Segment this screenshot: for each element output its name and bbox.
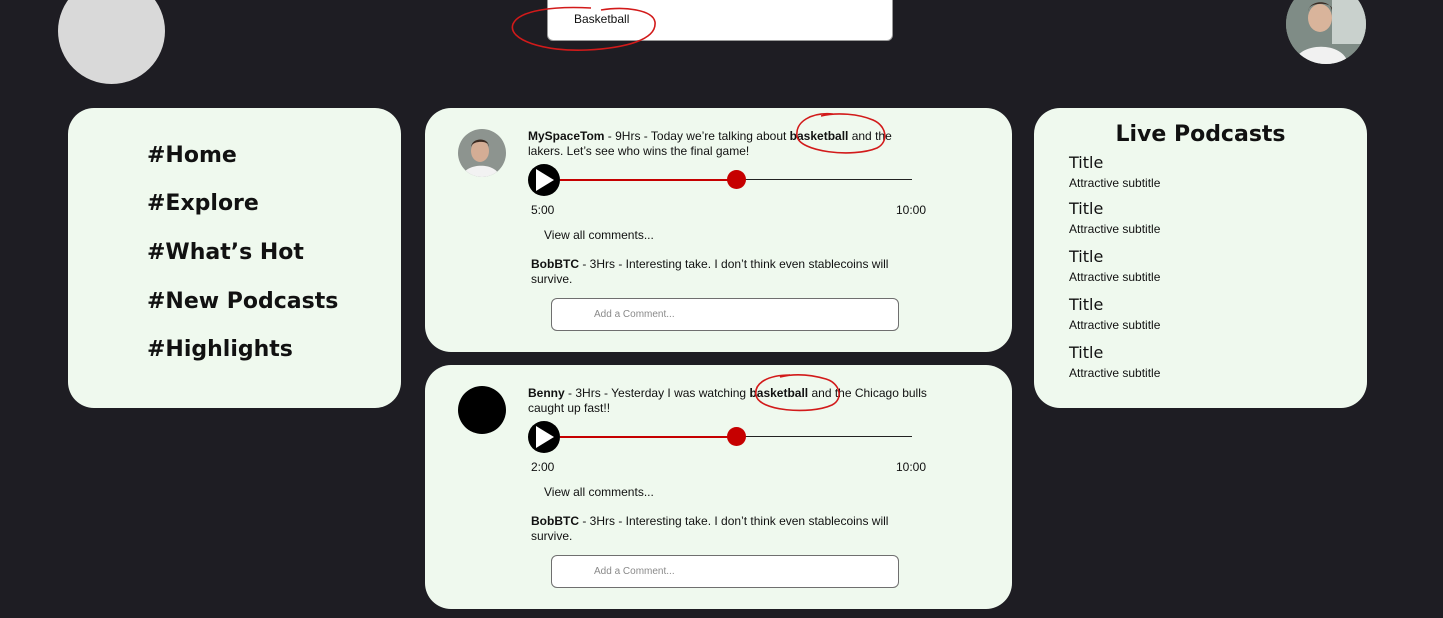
podcast-subtitle: Attractive subtitle	[1069, 366, 1161, 380]
search-box[interactable]	[547, 0, 893, 41]
nav-item-home[interactable]: #Home	[147, 143, 237, 168]
comment: BobBTC - 3Hrs - Interesting take. I don’…	[531, 257, 911, 287]
post-card: Benny - 3Hrs - Yesterday I was watching …	[425, 365, 1012, 609]
play-button[interactable]	[528, 421, 560, 453]
post-card: MySpaceTom - 9Hrs - Today we’re talking …	[425, 108, 1012, 352]
comment-author[interactable]: BobBTC	[531, 257, 579, 271]
nav-item-explore[interactable]: #Explore	[147, 191, 259, 216]
podcast-title[interactable]: Title	[1069, 153, 1103, 172]
progress-track[interactable]	[736, 436, 912, 437]
post-author[interactable]: MySpaceTom	[528, 129, 604, 143]
current-time: 5:00	[531, 203, 555, 217]
comment-text: - 3Hrs - Interesting take. I don’t think…	[531, 514, 889, 543]
author-photo-icon	[458, 129, 506, 177]
user-avatar[interactable]	[1286, 0, 1366, 64]
author-avatar[interactable]	[458, 386, 506, 434]
progress-fill	[560, 436, 736, 438]
view-all-comments-link[interactable]: View all comments...	[544, 228, 654, 242]
progress-fill	[560, 179, 736, 181]
podcast-subtitle: Attractive subtitle	[1069, 176, 1161, 190]
nav-item-new-podcasts[interactable]: #New Podcasts	[147, 289, 338, 314]
podcast-subtitle: Attractive subtitle	[1069, 318, 1161, 332]
comment-input[interactable]	[592, 308, 886, 321]
live-podcasts-heading: Live Podcasts	[1115, 122, 1286, 147]
podcast-title[interactable]: Title	[1069, 199, 1103, 218]
podcast-subtitle: Attractive subtitle	[1069, 270, 1161, 284]
podcast-title[interactable]: Title	[1069, 247, 1103, 266]
nav-card: #Home #Explore #What’s Hot #New Podcasts…	[68, 108, 401, 408]
comment: BobBTC - 3Hrs - Interesting take. I don’…	[531, 514, 911, 544]
post-meta: - 9Hrs - Today we’re talking about	[604, 129, 790, 143]
post-keyword: basketball	[789, 129, 849, 143]
post-meta: - 3Hrs - Yesterday I was watching	[564, 386, 750, 400]
nav-item-whats-hot[interactable]: #What’s Hot	[147, 240, 304, 265]
post-author[interactable]: Benny	[528, 386, 565, 400]
nav-item-highlights[interactable]: #Highlights	[147, 337, 293, 362]
comment-box[interactable]	[551, 298, 899, 331]
author-avatar[interactable]	[458, 129, 506, 177]
comment-text: - 3Hrs - Interesting take. I don’t think…	[531, 257, 889, 286]
user-photo-icon	[1286, 0, 1366, 64]
current-time: 2:00	[531, 460, 555, 474]
play-button[interactable]	[528, 164, 560, 196]
total-time: 10:00	[896, 460, 927, 474]
view-all-comments-link[interactable]: View all comments...	[544, 485, 654, 499]
live-podcasts-card: Live Podcasts Title Attractive subtitle …	[1034, 108, 1367, 408]
progress-track[interactable]	[736, 179, 912, 180]
post-keyword: basketball	[749, 386, 809, 400]
comment-input[interactable]	[592, 565, 886, 578]
progress-thumb[interactable]	[726, 170, 746, 189]
comment-author[interactable]: BobBTC	[531, 514, 579, 528]
post-text: Benny - 3Hrs - Yesterday I was watching …	[528, 386, 928, 416]
post-text: MySpaceTom - 9Hrs - Today we’re talking …	[528, 129, 928, 159]
search-input[interactable]	[572, 11, 876, 27]
podcast-subtitle: Attractive subtitle	[1069, 222, 1161, 236]
total-time: 10:00	[896, 203, 927, 217]
podcast-title[interactable]: Title	[1069, 343, 1103, 362]
logo-placeholder[interactable]	[58, 0, 165, 84]
podcast-title[interactable]: Title	[1069, 295, 1103, 314]
comment-box[interactable]	[551, 555, 899, 588]
progress-thumb[interactable]	[726, 427, 746, 446]
